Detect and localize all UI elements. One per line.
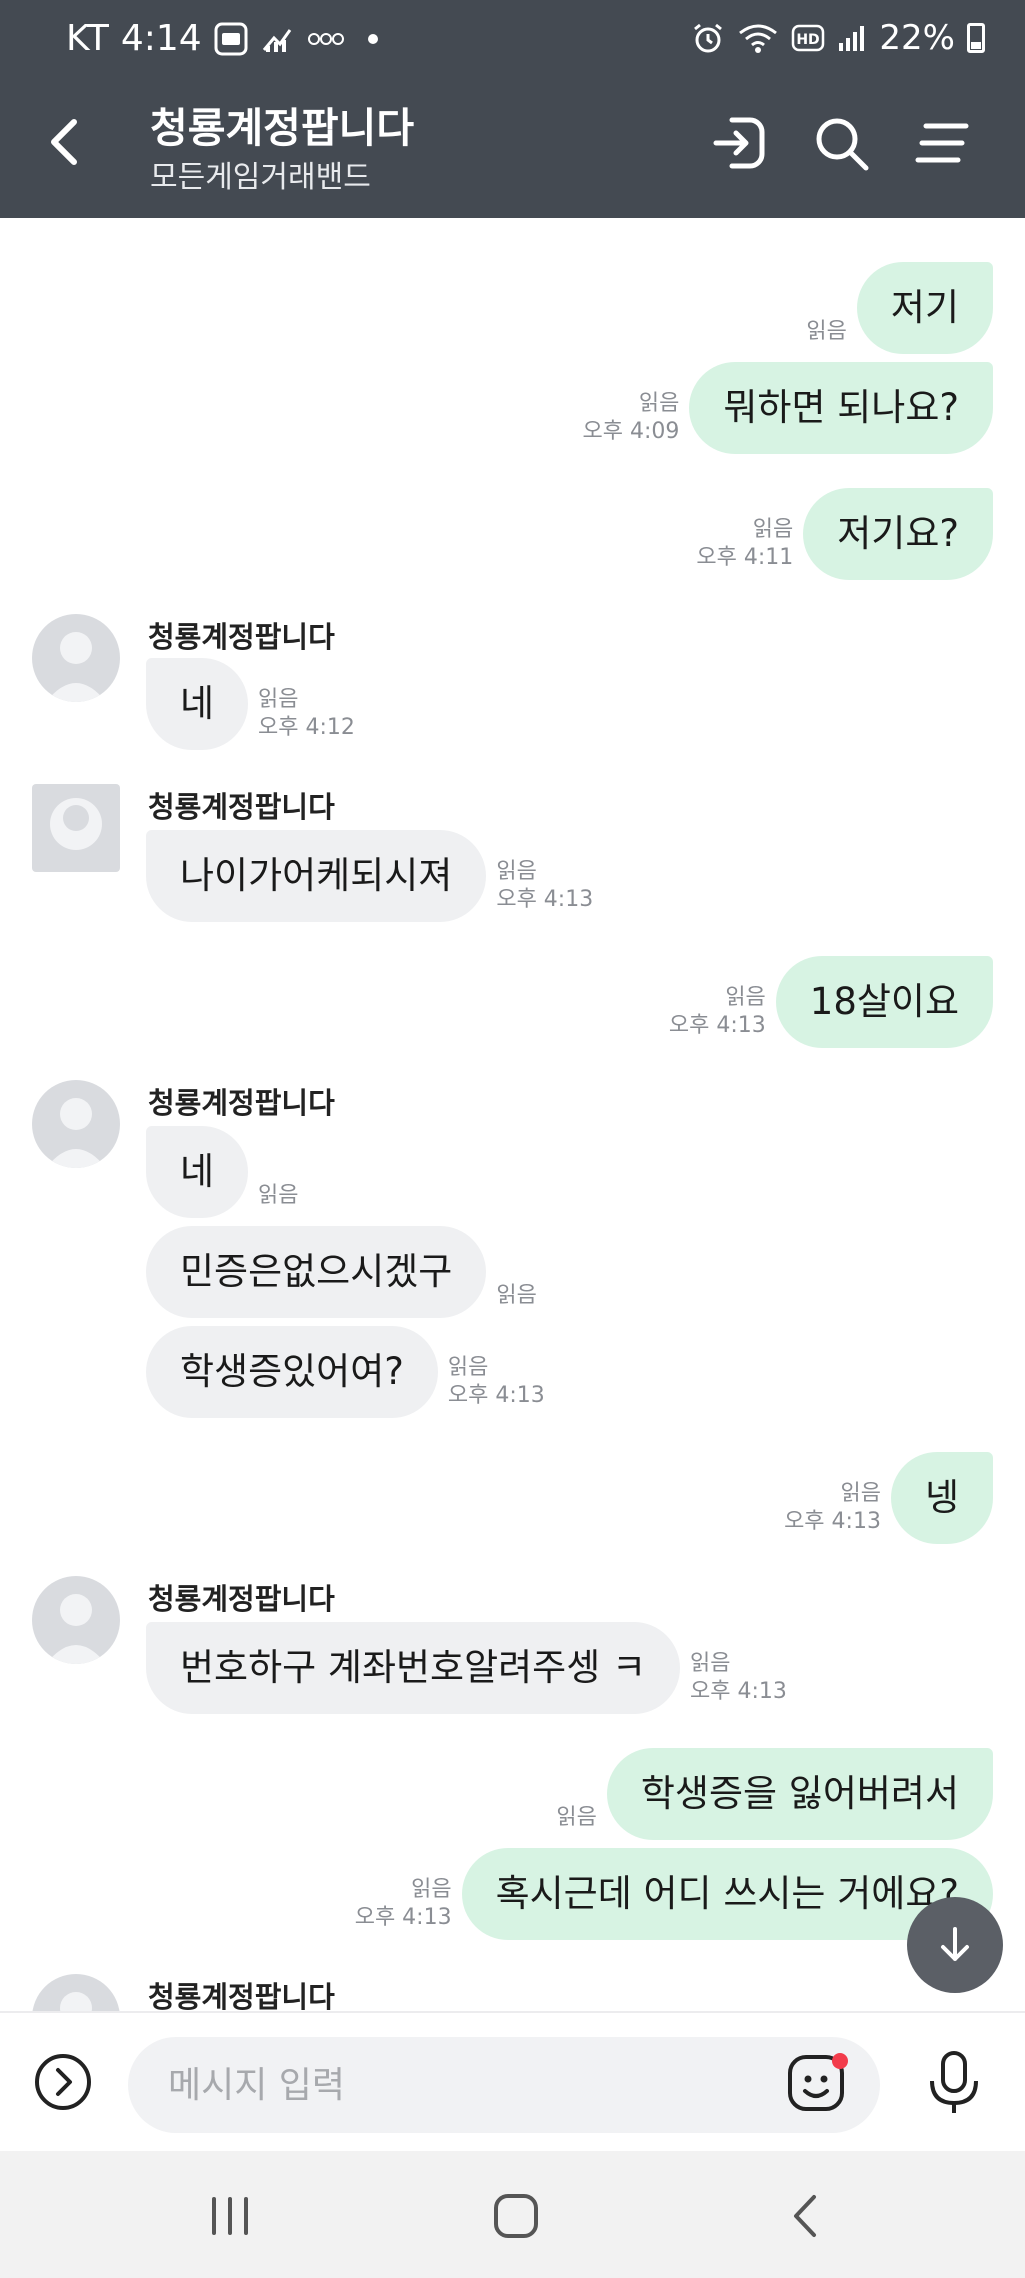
scroll-to-bottom-button[interactable] (907, 1897, 1003, 1993)
incoming-message[interactable]: 학생증있어여? 읽음오후 4:13 (146, 1326, 545, 1418)
carrier-label: KT (66, 18, 109, 59)
message-bubble[interactable]: 뭐하면 되나요? (689, 362, 993, 454)
expand-icon[interactable] (34, 2053, 92, 2111)
back-icon[interactable] (40, 112, 90, 172)
outgoing-message[interactable]: 저기 읽음 (806, 262, 993, 354)
avatar[interactable] (32, 1080, 120, 1168)
chat-header: KT 4:14 HD 22% 청룡계정팝니다 모든게임거래밴드 (0, 0, 1025, 218)
status-bar: KT 4:14 HD 22% (0, 0, 1025, 80)
incoming-message[interactable]: 네 읽음오후 4:12 (146, 658, 355, 750)
signal-icon (839, 26, 865, 51)
avatar[interactable] (32, 1974, 120, 2011)
read-status: 읽음 (496, 859, 537, 884)
message-list[interactable]: 저기 읽음 뭐하면 되나요? 읽음 오후 4:09 저기요? 읽음 오후 4:11 … (0, 218, 1025, 2011)
message-bubble[interactable]: 네 (146, 1126, 249, 1218)
message-time: 오후 4:13 (447, 1383, 545, 1408)
outgoing-message[interactable]: 혹시근데 어디 쓰시는 거에요? 읽음 오후 4:13 (355, 1848, 993, 1940)
message-bubble[interactable]: 저기 (856, 262, 993, 354)
app-badge-icon (214, 22, 248, 55)
message-time: 오후 4:11 (696, 545, 794, 570)
incoming-message[interactable]: 번호하구 계좌번호알려주셍 ㅋ 읽음오후 4:13 (146, 1622, 787, 1714)
avatar[interactable] (32, 614, 120, 702)
more-dots-icon (307, 32, 344, 45)
avatar[interactable] (32, 1576, 120, 1664)
read-status: 읽음 (496, 1283, 537, 1308)
message-time: 오후 4:13 (784, 1509, 881, 1534)
message-bubble[interactable]: 나이가어케되시져 (146, 830, 487, 922)
avatar[interactable] (32, 784, 120, 872)
incoming-message[interactable]: 민증은없으시겠구 읽음 (146, 1226, 537, 1318)
message-bubble[interactable]: 민증은없으시겠구 (146, 1226, 487, 1318)
sender-name: 청룡계정팝니다 (148, 620, 335, 654)
message-bubble[interactable]: 번호하구 계좌번호알려주셍 ㅋ (146, 1622, 681, 1714)
incoming-message[interactable]: 나이가어케되시져 읽음오후 4:13 (146, 830, 593, 922)
read-status: 읽음 (725, 985, 766, 1010)
message-bubble[interactable]: 저기요? (803, 488, 993, 580)
recent-apps-icon[interactable] (200, 2191, 260, 2241)
chat-title: 청룡계정팝니다 (150, 104, 415, 152)
back-nav-icon[interactable] (776, 2191, 836, 2241)
incoming-message[interactable]: 네 읽음 (146, 1126, 299, 1218)
outgoing-message[interactable]: 학생증을 잃어버려서 읽음 (556, 1748, 993, 1840)
message-input-bar (0, 2011, 1025, 2153)
read-status: 읽음 (806, 319, 847, 344)
outgoing-message[interactable]: 저기요? 읽음오후 4:11 (696, 488, 993, 580)
wifi-icon (739, 24, 778, 53)
battery-icon (967, 23, 985, 53)
read-status: 읽음 (840, 1481, 881, 1506)
menu-icon[interactable] (914, 112, 976, 174)
mic-icon[interactable] (924, 2049, 984, 2117)
sender-name: 청룡계정팝니다 (148, 1980, 335, 2011)
message-bubble[interactable]: 학생증있어여? (146, 1326, 438, 1418)
chat-subtitle: 모든게임거래밴드 (150, 160, 371, 195)
message-time: 오후 4:12 (258, 715, 355, 740)
stats-icon (262, 28, 291, 52)
sender-name: 청룡계정팝니다 (148, 1582, 335, 1616)
alarm-icon (694, 23, 723, 53)
message-time: 오후 4:13 (354, 1905, 452, 1930)
emoji-icon[interactable] (786, 2051, 850, 2115)
read-status: 읽음 (690, 1651, 731, 1676)
arrow-down-icon (941, 1927, 969, 1961)
battery-percent: 22% (879, 18, 955, 58)
clock: 4:14 (120, 18, 202, 59)
system-nav-bar (0, 2151, 1025, 2278)
sender-name: 청룡계정팝니다 (148, 790, 335, 824)
sender-name: 청룡계정팝니다 (148, 1086, 335, 1120)
read-status: 읽음 (258, 1183, 299, 1208)
svg-text:HD: HD (797, 32, 820, 48)
search-icon[interactable] (810, 112, 872, 174)
read-status: 읽음 (447, 1355, 489, 1380)
message-bubble[interactable]: 18살이요 (775, 956, 993, 1048)
read-status: 읽음 (258, 687, 299, 712)
outgoing-message[interactable]: 넹 읽음오후 4:13 (784, 1452, 993, 1544)
outgoing-message[interactable]: 뭐하면 되나요? 읽음오후 4:09 (582, 362, 993, 454)
message-time: 오후 4:13 (496, 887, 594, 912)
read-status: 읽음 (752, 517, 794, 542)
enter-icon[interactable] (708, 112, 770, 174)
message-bubble[interactable]: 학생증을 잃어버려서 (606, 1748, 993, 1840)
message-time: 오후 4:13 (690, 1679, 787, 1704)
message-bubble[interactable]: 넹 (890, 1452, 993, 1544)
message-time: 오후 4:09 (582, 419, 680, 444)
read-status: 읽음 (411, 1877, 452, 1902)
outgoing-message[interactable]: 18살이요 읽음오후 4:13 (669, 956, 993, 1048)
message-input[interactable] (128, 2037, 880, 2133)
read-status: 읽음 (556, 1805, 597, 1830)
dot-icon (367, 33, 378, 44)
read-status: 읽음 (638, 391, 680, 416)
message-bubble[interactable]: 네 (146, 658, 249, 750)
home-icon[interactable] (486, 2191, 546, 2241)
hd-icon: HD (792, 24, 825, 52)
message-time: 오후 4:13 (668, 1013, 766, 1038)
